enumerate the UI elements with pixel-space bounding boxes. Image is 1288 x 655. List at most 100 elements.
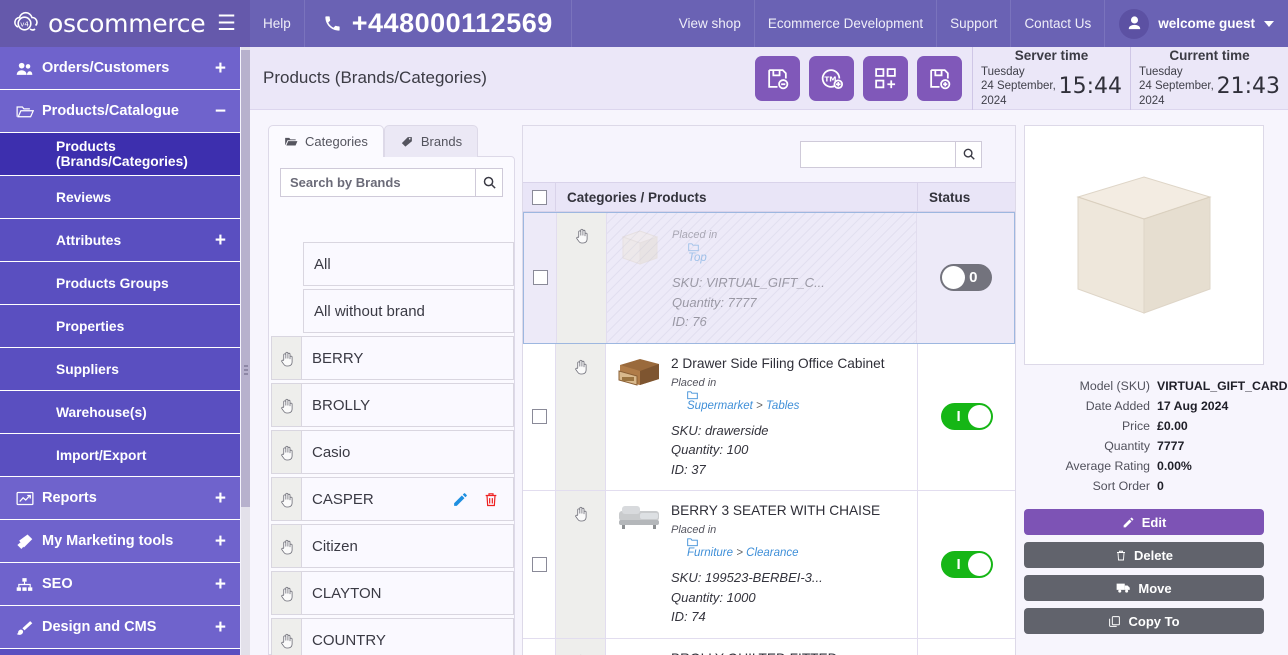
sidebar-item-reviews[interactable]: Reviews — [0, 176, 240, 219]
drag-handle-icon[interactable] — [271, 430, 301, 474]
product-breadcrumb[interactable]: Top — [688, 242, 908, 264]
sidebar-item-products-groups[interactable]: Products Groups — [0, 262, 240, 305]
box-minus-icon[interactable] — [755, 55, 800, 101]
hamburger-icon[interactable]: ☰ — [217, 13, 236, 34]
product-breadcrumb[interactable]: Supermarket > Tables — [687, 390, 909, 412]
sidebar-item-products-catalogue[interactable]: Products/Catalogue − — [0, 90, 240, 133]
drag-handle-icon[interactable] — [271, 477, 301, 521]
row-checkbox[interactable] — [523, 343, 556, 491]
product-row[interactable]: BERRY 3 SEATER WITH CHAISE Placed in Furn… — [523, 491, 1015, 639]
brand-list-item[interactable]: CASPER — [271, 477, 514, 521]
products-search-button[interactable] — [955, 140, 982, 168]
tab-brands[interactable]: Brands — [383, 125, 479, 157]
sidebar-item-my-marketing-tools[interactable]: My Marketing tools + — [0, 520, 240, 563]
user-menu[interactable]: welcome guest — [1105, 0, 1288, 47]
brand-list-item[interactable]: BROLLY — [271, 383, 514, 427]
brand-list-item[interactable]: Citizen — [271, 524, 514, 568]
product-title[interactable]: BROLLY QUILTED FITTED MATTRESS PROTECTOR… — [671, 650, 909, 655]
collapse-icon[interactable]: − — [215, 102, 226, 121]
brand-list-item[interactable]: All — [271, 242, 514, 286]
sidebar-item-import-export[interactable]: Import/Export — [0, 434, 240, 477]
sidebar-item-warehouse-s[interactable]: Warehouse(s) — [0, 391, 240, 434]
product-title[interactable]: BERRY 3 SEATER WITH CHAISE — [671, 502, 909, 519]
trash-icon[interactable] — [483, 491, 499, 508]
copy-to-button[interactable]: Copy To — [1024, 608, 1264, 635]
brand-list-item[interactable]: BERRY — [271, 336, 514, 380]
move-button[interactable]: Move — [1024, 575, 1264, 602]
brand-list-item[interactable]: All without brand — [271, 289, 514, 333]
brand-name[interactable]: Casio — [301, 430, 514, 474]
status-toggle[interactable]: I — [940, 550, 993, 578]
product-info[interactable]: BROLLY QUILTED FITTED MATTRESS PROTECTOR… — [606, 639, 917, 655]
nav-help[interactable]: Help — [250, 0, 305, 47]
nav-view-shop[interactable]: View shop — [666, 0, 755, 47]
box-plus-icon[interactable] — [917, 55, 962, 101]
edit-button[interactable]: Edit — [1024, 509, 1264, 536]
breadcrumb-link[interactable]: Tables — [766, 400, 799, 412]
product-breadcrumb[interactable]: Furniture > Clearance — [687, 537, 909, 559]
sidebar-item-seo[interactable]: SEO + — [0, 563, 240, 606]
expand-icon[interactable]: + — [215, 532, 226, 551]
chevron-down-icon[interactable] — [1264, 20, 1274, 27]
pencil-icon[interactable] — [452, 491, 469, 508]
brand-name[interactable]: BERRY — [301, 336, 514, 380]
row-checkbox[interactable] — [523, 491, 556, 638]
brand-list-item[interactable]: COUNTRY — [271, 618, 514, 655]
sidebar-item-attributes[interactable]: Attributes + — [0, 219, 240, 262]
brand-search-input[interactable] — [280, 168, 475, 197]
brand-list[interactable]: All All without brand BERRY BROLLY Casio CASP… — [269, 242, 516, 655]
brand-name[interactable]: All — [303, 242, 514, 286]
sidebar-scrollbar-thumb[interactable] — [241, 50, 250, 507]
status-toggle[interactable]: I — [940, 403, 993, 431]
drag-handle-icon[interactable] — [271, 618, 301, 655]
expand-icon[interactable]: + — [215, 618, 226, 637]
brand-list-item[interactable]: CLAYTON — [271, 571, 514, 615]
breadcrumb-link[interactable]: Clearance — [746, 547, 798, 559]
expand-icon[interactable]: + — [215, 231, 226, 250]
product-info[interactable]: 2 Drawer Side Filing Office Cabinet Place… — [606, 344, 917, 491]
drag-handle-icon[interactable] — [271, 571, 301, 615]
product-row[interactable]: Placed in Top SKU: VIRTUAL_GIFT_C... Quant… — [523, 212, 1015, 344]
sidebar-item-orders-customers[interactable]: Orders/Customers + — [0, 47, 240, 90]
brand-name[interactable]: CASPER — [301, 477, 514, 521]
delete-button[interactable]: Delete — [1024, 542, 1264, 569]
brand-name[interactable]: CLAYTON — [301, 571, 514, 615]
support-phone[interactable]: +448000112569 — [305, 0, 572, 47]
expand-icon[interactable]: + — [215, 575, 226, 594]
nav-contact-us[interactable]: Contact Us — [1011, 0, 1106, 47]
nav-ecommerce-development[interactable]: Ecommerce Development — [755, 0, 938, 47]
tab-categories[interactable]: Categories — [268, 125, 384, 157]
grid-plus-icon[interactable] — [863, 55, 908, 101]
sidebar-item-properties[interactable]: Properties — [0, 305, 240, 348]
row-drag-handle-icon[interactable] — [557, 213, 607, 343]
nav-support[interactable]: Support — [937, 0, 1012, 47]
sidebar-item-suppliers[interactable]: Suppliers — [0, 348, 240, 391]
product-row[interactable]: BROLLY QUILTED FITTED MATTRESS PROTECTOR… — [523, 638, 1015, 655]
brand-list-item[interactable]: Casio — [271, 430, 514, 474]
row-drag-handle-icon[interactable] — [556, 491, 606, 638]
brand-name[interactable]: Citizen — [301, 524, 514, 568]
products-search-input[interactable] — [800, 140, 955, 168]
breadcrumb-link[interactable]: Top — [688, 252, 707, 264]
drag-handle-icon[interactable] — [271, 524, 301, 568]
expand-icon[interactable]: + — [215, 59, 226, 78]
row-drag-handle-icon[interactable] — [556, 638, 606, 655]
breadcrumb-link[interactable]: Furniture — [687, 547, 733, 559]
product-row[interactable]: 2 Drawer Side Filing Office Cabinet Place… — [523, 343, 1015, 492]
expand-icon[interactable]: + — [215, 489, 226, 508]
brand-search-button[interactable] — [475, 168, 503, 197]
status-toggle[interactable]: 0 — [939, 264, 992, 292]
row-checkbox[interactable] — [524, 213, 557, 343]
breadcrumb-link[interactable]: Supermarket — [687, 400, 753, 412]
brand-name[interactable]: BROLLY — [301, 383, 514, 427]
brand-logo-cell[interactable]: v4 oscommerce ☰ — [0, 0, 250, 47]
row-checkbox[interactable] — [523, 638, 556, 655]
sidebar-item-design-and-cms[interactable]: Design and CMS + — [0, 606, 240, 649]
drag-handle-icon[interactable] — [271, 336, 301, 380]
sidebar-resize-grip[interactable] — [243, 365, 248, 379]
brand-name[interactable]: COUNTRY — [301, 618, 514, 655]
brand-name[interactable]: All without brand — [303, 289, 514, 333]
product-title[interactable]: 2 Drawer Side Filing Office Cabinet — [671, 355, 909, 372]
product-info[interactable]: Placed in Top SKU: VIRTUAL_GIFT_C... Quant… — [607, 213, 916, 343]
row-drag-handle-icon[interactable] — [556, 343, 606, 491]
